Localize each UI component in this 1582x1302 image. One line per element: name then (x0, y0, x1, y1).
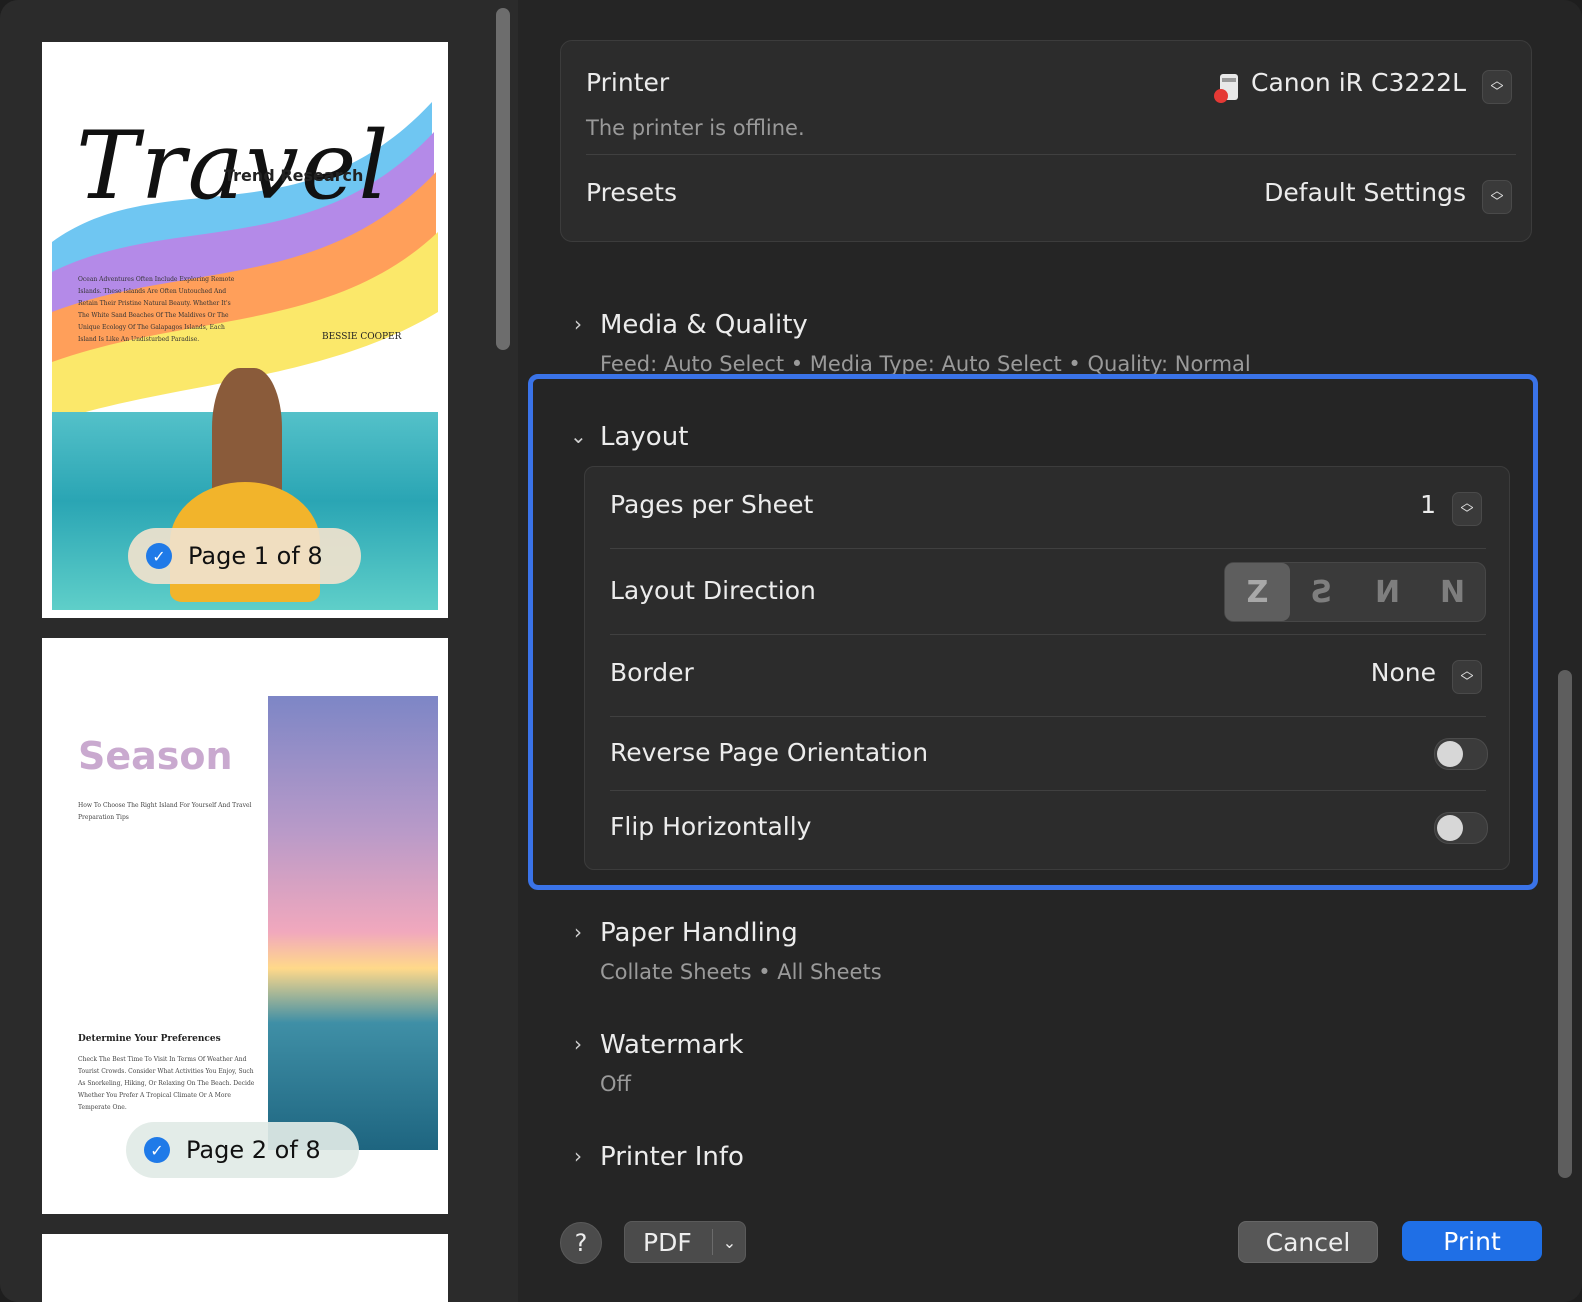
printer-info-section[interactable]: Printer Info (600, 1142, 744, 1172)
presets-label: Presets (586, 178, 677, 207)
page2-body-text: Check The Best Time To Visit In Terms Of… (78, 1056, 255, 1111)
page-2-label: Page 2 of 8 (186, 1136, 321, 1164)
page2-title: Season (78, 734, 233, 778)
chevron-right-icon[interactable]: › (574, 1032, 582, 1056)
layout-direction-reverse-n-icon[interactable]: И (1355, 563, 1420, 621)
border-label: Border (610, 658, 694, 687)
pdf-label: PDF (643, 1227, 692, 1257)
layout-direction-segmented-control[interactable]: Z Ƨ И N (1224, 562, 1486, 622)
layout-direction-z-icon[interactable]: Z (1225, 563, 1290, 621)
chevron-down-icon[interactable]: ⌄ (570, 424, 587, 448)
flip-horizontally-toggle[interactable] (1434, 812, 1488, 844)
print-dialog: Travel Trend Research Ocean Adventures O… (0, 0, 1582, 1302)
toggle-knob (1437, 741, 1463, 767)
reverse-page-orientation-toggle[interactable] (1434, 738, 1488, 770)
sunset-sea-photo (268, 696, 438, 1150)
chevron-down-icon[interactable]: ⌄ (723, 1233, 736, 1252)
pdf-separator (711, 1229, 713, 1255)
layout-direction-label: Layout Direction (610, 576, 816, 605)
page-thumbnail-1[interactable]: Travel Trend Research Ocean Adventures O… (42, 42, 448, 618)
watermark-section[interactable]: Watermark (600, 1030, 743, 1060)
layout-divider (610, 634, 1486, 635)
page-thumbnail-3[interactable] (42, 1234, 448, 1302)
presets-stepper-icon[interactable]: ︿ ﹀ (1482, 180, 1512, 214)
settings-scrollbar[interactable] (1558, 670, 1572, 1178)
layout-divider (610, 548, 1486, 549)
flip-horizontally-label: Flip Horizontally (610, 812, 812, 841)
print-button[interactable]: Print (1402, 1221, 1542, 1261)
page1-subtitle: Trend Research (224, 166, 364, 185)
page1-body-text: Ocean Adventures Often Include Exploring… (78, 276, 235, 343)
printer-stepper-icon[interactable]: ︿ ﹀ (1482, 70, 1512, 104)
checkmark-icon[interactable]: ✓ (144, 1137, 170, 1163)
printer-select[interactable]: Canon iR C3222L (1150, 68, 1466, 97)
cancel-button[interactable]: Cancel (1238, 1221, 1378, 1263)
page2-heading: Determine Your Preferences (78, 1034, 221, 1044)
printer-status: The printer is offline. (586, 116, 805, 140)
pages-per-sheet-stepper-icon[interactable]: ︿ ﹀ (1452, 492, 1482, 526)
page-2-badge[interactable]: ✓ Page 2 of 8 (126, 1122, 359, 1178)
border-select[interactable]: None (1300, 658, 1436, 687)
paper-handling-section[interactable]: Paper Handling (600, 918, 798, 948)
pages-per-sheet-select[interactable]: 1 (1380, 490, 1436, 519)
chevron-right-icon[interactable]: › (574, 1144, 582, 1168)
chevron-right-icon[interactable]: › (574, 920, 582, 944)
card-divider (586, 154, 1516, 155)
page1-author: BESSIE COOPER (322, 332, 402, 342)
page-1-badge[interactable]: ✓ Page 1 of 8 (128, 528, 361, 584)
printer-label: Printer (586, 68, 670, 97)
pdf-menu-button[interactable]: PDF ⌄ (624, 1221, 746, 1263)
layout-divider (610, 716, 1486, 717)
toggle-knob (1437, 815, 1463, 841)
media-quality-section[interactable]: Media & Quality (600, 310, 808, 340)
pages-per-sheet-label: Pages per Sheet (610, 490, 814, 519)
page-thumbnail-2[interactable]: Season How To Choose The Right Island Fo… (42, 638, 448, 1214)
layout-divider (610, 790, 1486, 791)
watermark-summary: Off (600, 1072, 631, 1096)
checkmark-icon[interactable]: ✓ (146, 543, 172, 569)
layout-direction-n-icon[interactable]: N (1420, 563, 1485, 621)
page-1-label: Page 1 of 8 (188, 542, 323, 570)
preview-scrollbar[interactable] (496, 8, 510, 350)
presets-select[interactable]: Default Settings (1150, 178, 1466, 207)
media-quality-summary: Feed: Auto Select • Media Type: Auto Sel… (600, 352, 1251, 376)
help-button[interactable]: ? (560, 1222, 602, 1264)
paper-handling-summary: Collate Sheets • All Sheets (600, 960, 882, 984)
border-stepper-icon[interactable]: ︿ ﹀ (1452, 660, 1482, 694)
reverse-page-orientation-label: Reverse Page Orientation (610, 738, 929, 767)
preview-pane[interactable]: Travel Trend Research Ocean Adventures O… (0, 0, 519, 1302)
layout-section[interactable]: Layout (600, 422, 688, 452)
layout-direction-reverse-z-icon[interactable]: Ƨ (1290, 563, 1355, 621)
chevron-right-icon[interactable]: › (574, 312, 582, 336)
page2-intro-text: How To Choose The Right Island For Yours… (78, 802, 252, 821)
